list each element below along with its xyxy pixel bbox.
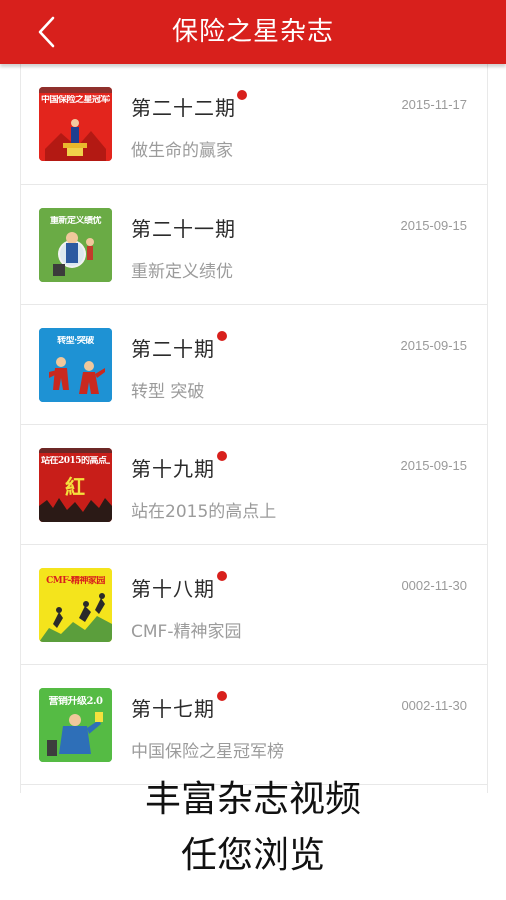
issue-cover[interactable]: 营销升级2.0 (39, 688, 112, 762)
issue-item-18[interactable]: CMF-精神家园 第十八期 0002-11-30 CMF-精神家园 (21, 545, 487, 665)
issue-subtitle: 转型 突破 (131, 382, 205, 402)
issue-date: 2015-11-17 (401, 97, 467, 112)
svg-text:紅: 紅 (65, 475, 85, 499)
app-header: 保险之星杂志 (0, 0, 506, 64)
unread-dot (217, 691, 227, 701)
issue-item-22[interactable]: 中国保险之星冠军榜 第二十二期 2015-11-17 做生命的赢家 (21, 64, 487, 185)
issue-subtitle: CMF-精神家园 (131, 622, 242, 642)
issue-cover[interactable]: 紅 站在2015的高点上 (39, 448, 112, 522)
page-title: 保险之星杂志 (171, 17, 334, 47)
issue-subtitle: 做生命的赢家 (131, 141, 233, 161)
promo-subline: 任您浏览 (180, 835, 325, 876)
issue-name: 第二十一期 (131, 217, 236, 241)
issue-cover[interactable]: 重新定义绩优 (39, 208, 112, 282)
issue-date: 0002-11-30 (401, 578, 467, 593)
cover-title: 重新定义绩优 (49, 216, 102, 226)
issue-subtitle: 重新定义绩优 (131, 262, 233, 282)
issue-cover[interactable]: 中国保险之星冠军榜 (39, 87, 112, 161)
issue-date: 0002-11-30 (401, 698, 467, 713)
cover-title: 转型·突破 (57, 336, 94, 346)
issue-item-21[interactable]: 重新定义绩优 第二十一期 2015-09-15 重新定义绩优 (21, 185, 487, 305)
issue-name: 第二十二期 (131, 96, 236, 120)
issue-cover[interactable]: 转型·突破 (39, 328, 112, 402)
issue-item-19[interactable]: 紅 站在2015的高点上 第十九期 2015-09-15 站在2015的高点上 (21, 425, 487, 545)
issue-list: 中国保险之星冠军榜 第二十二期 2015-11-17 做生命的赢家 重新定义绩优… (20, 64, 488, 793)
unread-dot (217, 331, 227, 341)
promo-banner: 丰富杂志视频 任您浏览 (0, 772, 506, 900)
issue-name: 第十八期 (131, 577, 215, 601)
issue-date: 2015-09-15 (400, 338, 468, 353)
issue-item-17[interactable]: 营销升级2.0 第十七期 0002-11-30 中国保险之星冠军榜 (21, 665, 487, 785)
issue-name: 第二十期 (131, 337, 215, 361)
issue-subtitle: 中国保险之星冠军榜 (131, 742, 284, 762)
cover-title: 站在2015的高点上 (41, 456, 110, 466)
unread-dot (237, 90, 247, 100)
issue-name: 第十九期 (131, 457, 215, 481)
app-screen: 保险之星杂志 中国保险之星冠军榜 第二十二期 2015-11-17 做生命的赢家 (0, 0, 506, 900)
issue-date: 2015-09-15 (400, 458, 468, 473)
cover-title: 营销升级2.0 (48, 696, 103, 707)
unread-dot (217, 451, 227, 461)
unread-dot (217, 571, 227, 581)
cover-title: CMF-精神家园 (46, 576, 105, 586)
cover-title: 中国保险之星冠军榜 (41, 95, 110, 105)
issue-name: 第十七期 (131, 697, 215, 721)
issue-item-20[interactable]: 转型·突破 第二十期 2015-09-15 转型 突破 (21, 305, 487, 425)
issue-date: 2015-09-15 (400, 218, 468, 233)
promo-headline: 丰富杂志视频 (144, 779, 361, 820)
issue-subtitle: 站在2015的高点上 (131, 502, 277, 522)
issue-cover[interactable]: CMF-精神家园 (39, 568, 112, 642)
